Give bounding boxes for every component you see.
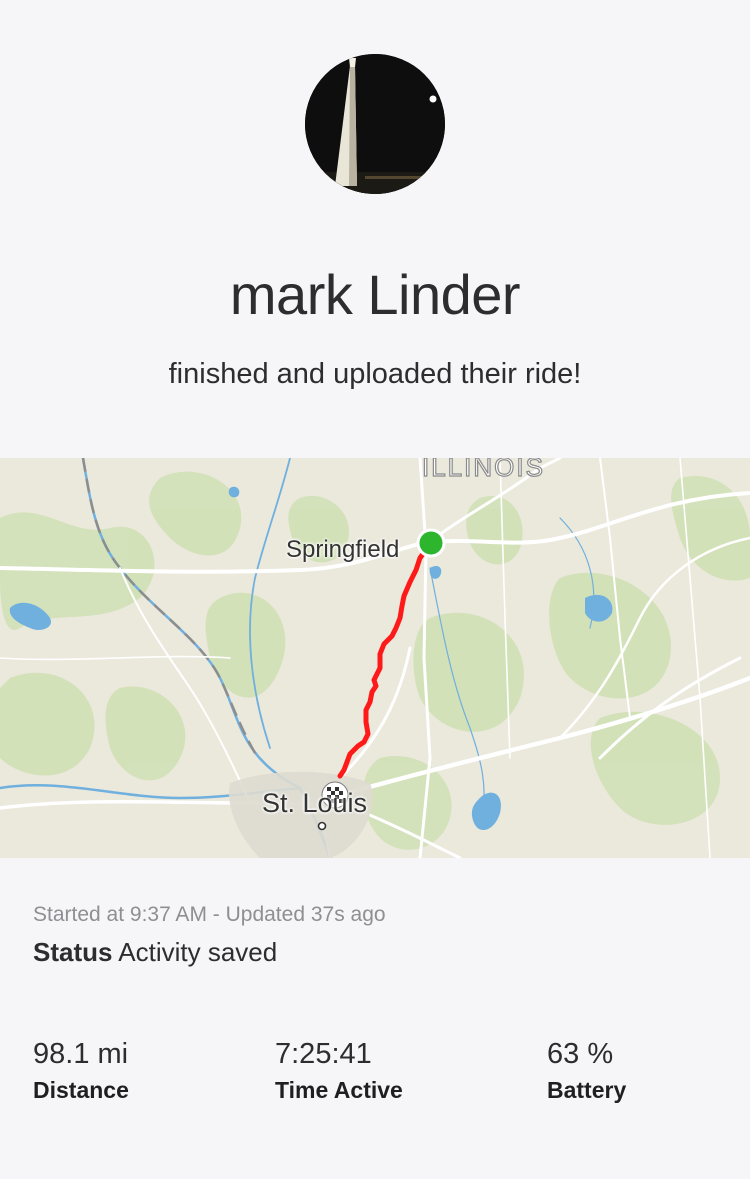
user-name: mark Linder bbox=[229, 263, 521, 326]
map-label-state: ILLINOIS bbox=[421, 458, 545, 483]
stat-distance-label: Distance bbox=[33, 1077, 129, 1103]
map-label-st-louis: St. Louis bbox=[262, 788, 368, 818]
stat-distance: 98.1 mi Distance bbox=[33, 1038, 129, 1104]
route-map[interactable]: ILLINOIS Springfield St. Louis bbox=[0, 458, 750, 858]
status-line: Status Activity saved bbox=[33, 937, 277, 968]
stat-battery-label: Battery bbox=[547, 1077, 627, 1103]
stat-battery: 63 % Battery bbox=[547, 1038, 626, 1104]
map-label-springfield: Springfield bbox=[286, 536, 400, 563]
start-marker[interactable] bbox=[416, 528, 446, 558]
status-key: Status bbox=[33, 937, 113, 967]
stat-distance-value: 98.1 mi bbox=[33, 1038, 129, 1070]
activity-meta: Started at 9:37 AM - Updated 37s ago bbox=[33, 903, 386, 926]
status-value: Activity saved bbox=[118, 937, 278, 967]
avatar[interactable] bbox=[305, 54, 445, 194]
map-canvas bbox=[0, 458, 750, 858]
avatar-photo bbox=[305, 54, 445, 194]
activity-subtitle: finished and uploaded their ride! bbox=[168, 358, 582, 390]
stat-time-active-label: Time Active bbox=[275, 1077, 403, 1103]
stat-time-active-value: 7:25:41 bbox=[275, 1038, 372, 1070]
stat-battery-value: 63 % bbox=[547, 1038, 614, 1070]
stat-time-active: 7:25:41 Time Active bbox=[275, 1038, 403, 1104]
